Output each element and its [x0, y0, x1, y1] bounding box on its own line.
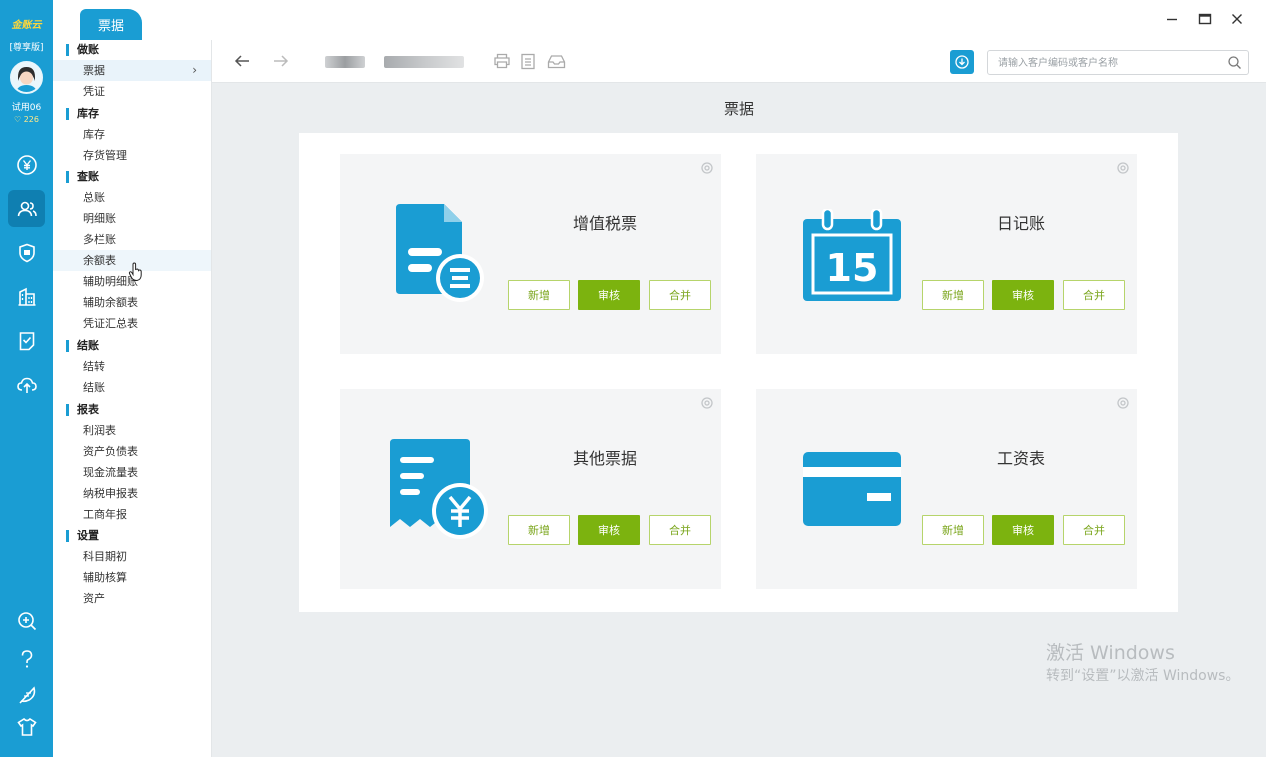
- vat-merge-button[interactable]: 合并: [649, 280, 711, 310]
- nav-item-annual-report[interactable]: 工商年报: [53, 504, 211, 525]
- yuan-icon[interactable]: [8, 146, 45, 183]
- username: 试用06: [11, 103, 42, 113]
- vat-review-button[interactable]: 审核: [578, 280, 640, 310]
- nav-group-closing: 结账: [66, 340, 99, 352]
- activation-watermark-text: 转到“设置”以激活 Windows。: [1046, 668, 1240, 684]
- card-journal: 15 日记账 新增 审核 合并: [756, 154, 1137, 354]
- journal-merge-button[interactable]: 合并: [1063, 280, 1125, 310]
- journal-add-button[interactable]: 新增: [922, 280, 984, 310]
- nav-item-income-statement[interactable]: 利润表: [53, 420, 211, 441]
- forward-arrow-icon[interactable]: [271, 51, 291, 71]
- tab-strip: 票据: [53, 0, 1266, 40]
- nav-item-tax-return[interactable]: 纳税申报表: [53, 483, 211, 504]
- nav-item-assets[interactable]: 资产: [53, 588, 211, 609]
- list-document-icon[interactable]: [518, 51, 538, 71]
- nav-item-label: 票据: [83, 64, 105, 77]
- nav-item-stock-management[interactable]: 存货管理: [53, 145, 211, 166]
- journal-review-button[interactable]: 审核: [992, 280, 1054, 310]
- nav-item-stock[interactable]: 库存: [53, 124, 211, 145]
- card-payroll: 工资表 新增 审核 合并: [756, 389, 1137, 589]
- inbox-icon[interactable]: [545, 51, 567, 71]
- nav-panel: 做账 票据 › 凭证 库存 库存 存货管理 查账 总账 明细账 多栏账 余额表 辅…: [53, 40, 212, 757]
- nav-item-carry-forward[interactable]: 结转: [53, 356, 211, 377]
- nav-item-general-ledger[interactable]: 总账: [53, 187, 211, 208]
- other-merge-button[interactable]: 合并: [649, 515, 711, 545]
- nav-group-reports: 报表: [66, 404, 99, 416]
- calendar-icon: 15: [803, 209, 901, 301]
- hand-cursor-icon: [128, 262, 142, 282]
- printer-icon[interactable]: [492, 51, 512, 71]
- gear-icon[interactable]: [1116, 160, 1130, 179]
- nav-item-opening-balance[interactable]: 科目期初: [53, 546, 211, 567]
- activation-watermark-title: 激活 Windows: [1046, 642, 1175, 664]
- search-input[interactable]: [988, 52, 1208, 75]
- icon-rail: 金账云 [尊享版] 试用06 ♡ 226: [0, 0, 53, 757]
- customer-code-redacted: [325, 56, 365, 68]
- nav-group-inventory: 库存: [66, 108, 99, 120]
- avatar[interactable]: [10, 61, 43, 94]
- card-other-bills: 其他票据 新增 审核 合并: [340, 389, 721, 589]
- customer-name-redacted: [384, 56, 464, 68]
- nav-item-aux-balance[interactable]: 辅助余额表: [53, 292, 211, 313]
- back-arrow-icon[interactable]: [232, 51, 252, 71]
- download-icon[interactable]: [950, 50, 974, 74]
- nav-group-settings: 设置: [66, 530, 99, 542]
- building-icon[interactable]: [8, 278, 45, 315]
- edition-label: [尊享版]: [9, 43, 44, 53]
- invoice-icon: [396, 204, 484, 302]
- close-icon[interactable]: [1226, 8, 1248, 30]
- gear-icon[interactable]: [700, 160, 714, 179]
- tab-bills[interactable]: 票据: [80, 9, 142, 40]
- minimize-icon[interactable]: [1161, 8, 1183, 30]
- payroll-merge-button[interactable]: 合并: [1063, 515, 1125, 545]
- app-logo: 金账云: [11, 20, 42, 31]
- nav-item-multi-column-ledger[interactable]: 多栏账: [53, 229, 211, 250]
- other-review-button[interactable]: 审核: [578, 515, 640, 545]
- nav-item-vouchers[interactable]: 凭证: [53, 81, 211, 102]
- bill-type-board: 增值税票 新增 审核 合并 15 日记账 新增 审核 合并 其他票据 新增 审核…: [299, 133, 1178, 612]
- nav-item-aux-accounting[interactable]: 辅助核算: [53, 567, 211, 588]
- vat-add-button[interactable]: 新增: [508, 280, 570, 310]
- toolbar: [212, 40, 1266, 83]
- card-title: 增值税票: [572, 214, 637, 233]
- other-add-button[interactable]: 新增: [508, 515, 570, 545]
- cloud-upload-icon[interactable]: [8, 366, 45, 403]
- chevron-right-icon: ›: [192, 63, 197, 77]
- shield-icon[interactable]: [8, 234, 45, 271]
- card-vat-invoice: 增值税票 新增 审核 合并: [340, 154, 721, 354]
- points-value: 226: [23, 115, 39, 124]
- document-check-icon[interactable]: [8, 322, 45, 359]
- calendar-day: 15: [826, 246, 879, 290]
- payroll-add-button[interactable]: 新增: [922, 515, 984, 545]
- search-icon[interactable]: [1227, 55, 1242, 74]
- card-title: 日记账: [996, 214, 1045, 233]
- gear-icon[interactable]: [1116, 395, 1130, 414]
- nav-item-close-period[interactable]: 结账: [53, 377, 211, 398]
- card-icon: [803, 452, 901, 526]
- nav-item-detail-ledger[interactable]: 明细账: [53, 208, 211, 229]
- maximize-icon[interactable]: [1194, 8, 1216, 30]
- shirt-icon[interactable]: [8, 708, 45, 745]
- zoom-in-icon[interactable]: [8, 602, 45, 639]
- nav-item-voucher-summary[interactable]: 凭证汇总表: [53, 313, 211, 334]
- payroll-review-button[interactable]: 审核: [992, 515, 1054, 545]
- users-icon[interactable]: [8, 190, 45, 227]
- help-icon[interactable]: [8, 640, 45, 677]
- nav-item-bills[interactable]: 票据 ›: [53, 60, 211, 81]
- nav-group-bookkeeping: 做账: [66, 44, 99, 56]
- receipt-yuan-icon: [390, 439, 488, 539]
- nav-item-cash-flow[interactable]: 现金流量表: [53, 462, 211, 483]
- page-title: 票据: [723, 100, 754, 118]
- nav-group-ledger: 查账: [66, 171, 99, 183]
- card-title: 其他票据: [572, 449, 637, 468]
- nav-item-balance-sheet-report[interactable]: 资产负债表: [53, 441, 211, 462]
- gear-icon[interactable]: [700, 395, 714, 414]
- customer-search: [987, 50, 1249, 75]
- points-badge: ♡ 226: [14, 115, 39, 124]
- card-title: 工资表: [996, 449, 1045, 468]
